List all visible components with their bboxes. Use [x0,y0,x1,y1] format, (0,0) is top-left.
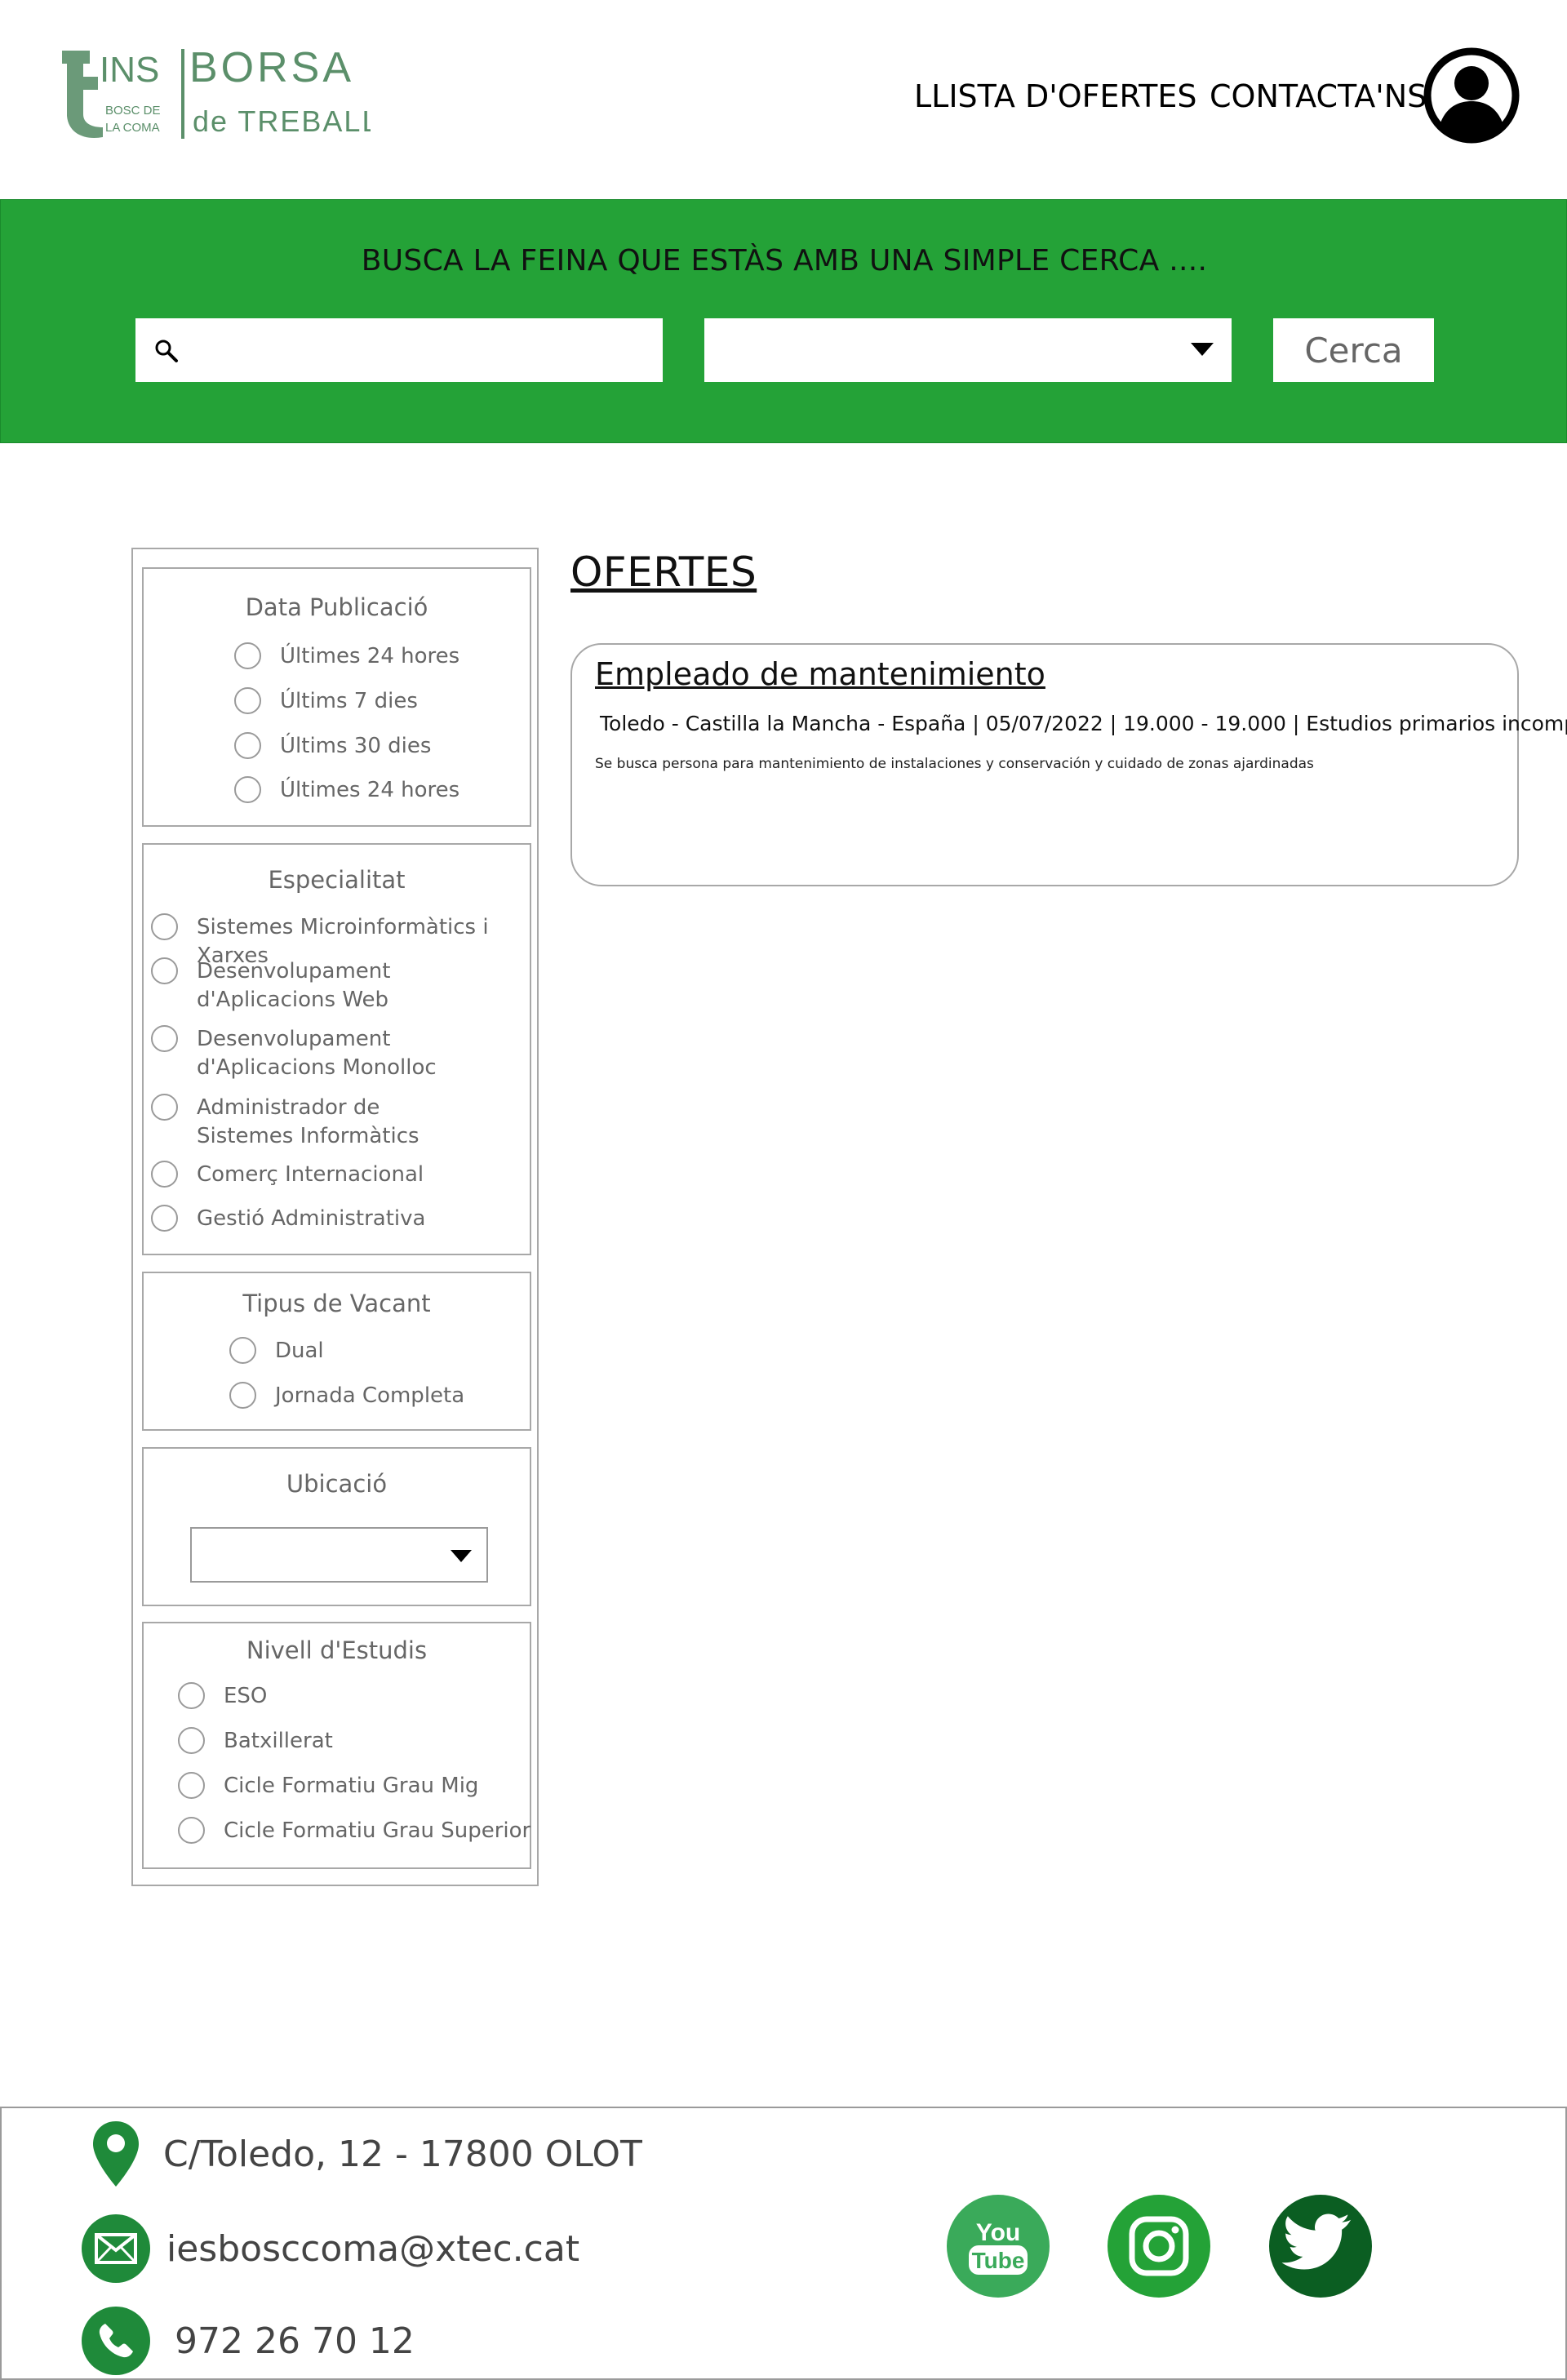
phone-text: 972 26 70 12 [175,2320,415,2362]
option-label: Últimes 24 hores [280,778,460,802]
offer-description: Se busca persona para mantenimiento de i… [595,756,1314,772]
filter-studies: Nivell d'Estudis ESO Batxillerat Cicle F… [142,1622,531,1869]
filter-date-option[interactable]: Últimes 24 hores [234,776,459,805]
radio-button[interactable] [178,1817,205,1844]
filter-date: Data Publicació Últimes 24 hores Últims … [142,567,531,827]
filter-studies-option[interactable]: Batxillerat [178,1727,333,1756]
filter-date-option[interactable]: Últims 30 dies [234,732,431,761]
youtube-icon[interactable]: You Tube [947,2195,1050,2298]
filter-location: Ubicació [142,1447,531,1606]
filter-date-option[interactable]: Últimes 24 hores [234,642,459,671]
radio-button[interactable] [151,1094,178,1121]
youtube-tube-text: Tube [972,2248,1025,2273]
option-label: Batxillerat [224,1729,333,1753]
filter-specialty-title: Especialitat [268,866,406,894]
email-icon [82,2214,150,2283]
radio-button[interactable] [229,1382,256,1409]
filter-studies-option[interactable]: ESO [178,1682,267,1711]
filter-studies-option[interactable]: Cicle Formatiu Grau Mig [178,1772,478,1801]
offer-meta: Toledo - Castilla la Mancha - España | 0… [600,712,1567,735]
radio-button[interactable] [151,913,178,940]
search-input-box[interactable] [135,318,663,382]
filter-sidebar: Data Publicació Últimes 24 hores Últims … [131,548,539,1886]
twitter-icon[interactable] [1269,2195,1372,2298]
filter-location-title: Ubicació [286,1470,388,1498]
filter-specialty-option[interactable]: Desenvolupament d'Aplicacions Monolloc [151,1025,507,1082]
option-label: Cicle Formatiu Grau Superior [224,1818,531,1843]
logo-school-line1: BOSC DE [105,104,161,118]
address-text: C/Toledo, 12 - 17800 OLOT [163,2133,642,2175]
chevron-down-icon [451,1550,472,1562]
filter-vacancy-option[interactable]: Jornada Completa [229,1382,464,1410]
logo-borsa: BORSA [189,46,354,91]
option-label: Últims 7 dies [280,689,418,713]
nav-offers-link[interactable]: LLISTA D'OFERTES [914,77,1196,116]
filter-specialty: Especialitat Sistemes Microinformàtics i… [142,843,531,1255]
filter-date-title: Data Publicació [245,593,428,621]
filter-vacancy-title: Tipus de Vacant [242,1290,431,1317]
search-button[interactable]: Cerca [1273,318,1434,382]
phone-icon [82,2307,150,2375]
filter-vacancy: Tipus de Vacant Dual Jornada Completa [142,1272,531,1431]
search-title: BUSCA LA FEINA QUE ESTÀS AMB UNA SIMPLE … [361,244,1208,278]
footer: C/Toledo, 12 - 17800 OLOT iesbosccoma@xt… [0,2107,1567,2380]
radio-button[interactable] [234,642,261,669]
radio-button[interactable] [234,732,261,759]
chevron-down-icon [1191,343,1214,356]
logo-school-line2: LA COMA [105,121,160,135]
radio-button[interactable] [151,957,178,984]
radio-button[interactable] [234,776,261,803]
radio-button[interactable] [178,1727,205,1754]
option-label: ESO [224,1684,268,1708]
search-banner: BUSCA LA FEINA QUE ESTÀS AMB UNA SIMPLE … [0,199,1567,443]
search-category-select[interactable] [704,318,1232,382]
nav-contact-link[interactable]: CONTACTA'NS [1210,77,1427,116]
footer-phone: 972 26 70 12 [82,2307,415,2375]
filter-specialty-option[interactable]: Gestió Administrativa [151,1205,425,1233]
offer-title-link[interactable]: Empleado de mantenimiento [595,656,1045,692]
footer-address: C/Toledo, 12 - 17800 OLOT [91,2120,642,2188]
header: INS BOSC DE LA COMA BORSA de TREBALL LLI… [0,0,1567,199]
option-label: Dual [275,1339,324,1363]
option-label: Comerç Internacional [197,1162,424,1187]
radio-button[interactable] [234,687,261,714]
school-logo[interactable]: INS BOSC DE LA COMA BORSA de TREBALL [60,46,371,147]
logo-ins: INS [100,50,159,90]
offer-card[interactable]: Empleado de mantenimiento Toledo - Casti… [570,643,1567,886]
logo-de-treball: de TREBALL [193,104,371,138]
option-label: Últims 30 dies [280,734,432,758]
location-pin-icon [93,2121,139,2187]
filter-studies-title: Nivell d'Estudis [246,1636,428,1664]
option-label: Últimes 24 hores [280,644,460,668]
filter-studies-option[interactable]: Cicle Formatiu Grau Superior [178,1817,530,1845]
radio-button[interactable] [178,1682,205,1709]
option-label: Cicle Formatiu Grau Mig [224,1774,479,1798]
email-link[interactable]: iesbosccoma@xtec.cat [166,2228,579,2270]
radio-button[interactable] [151,1161,178,1188]
filter-specialty-option[interactable]: Administrador de Sistemes Informàtics [151,1094,474,1151]
location-select[interactable] [190,1527,488,1583]
footer-email: iesbosccoma@xtec.cat [82,2214,579,2283]
user-avatar-icon[interactable] [1423,47,1520,144]
offers-title: OFERTES [570,548,757,596]
radio-button[interactable] [178,1772,205,1799]
option-label: Gestió Administrativa [197,1206,426,1231]
instagram-icon[interactable] [1108,2195,1210,2298]
option-label: Desenvolupament d'Aplicacions Monolloc [197,1027,437,1080]
filter-specialty-option[interactable]: Comerç Internacional [151,1161,424,1189]
search-icon [155,340,178,362]
youtube-you-text: You [976,2219,1020,2246]
option-label: Jornada Completa [275,1383,465,1408]
search-input[interactable] [188,325,645,375]
option-label: Administrador de Sistemes Informàtics [197,1095,419,1148]
radio-button[interactable] [151,1025,178,1052]
radio-button[interactable] [229,1337,256,1364]
option-label: Desenvolupament d'Aplicacions Web [197,959,391,1012]
filter-vacancy-option[interactable]: Dual [229,1337,324,1365]
radio-button[interactable] [151,1205,178,1232]
filter-date-option[interactable]: Últims 7 dies [234,687,418,716]
filter-specialty-option[interactable]: Desenvolupament d'Aplicacions Web [151,957,507,1015]
